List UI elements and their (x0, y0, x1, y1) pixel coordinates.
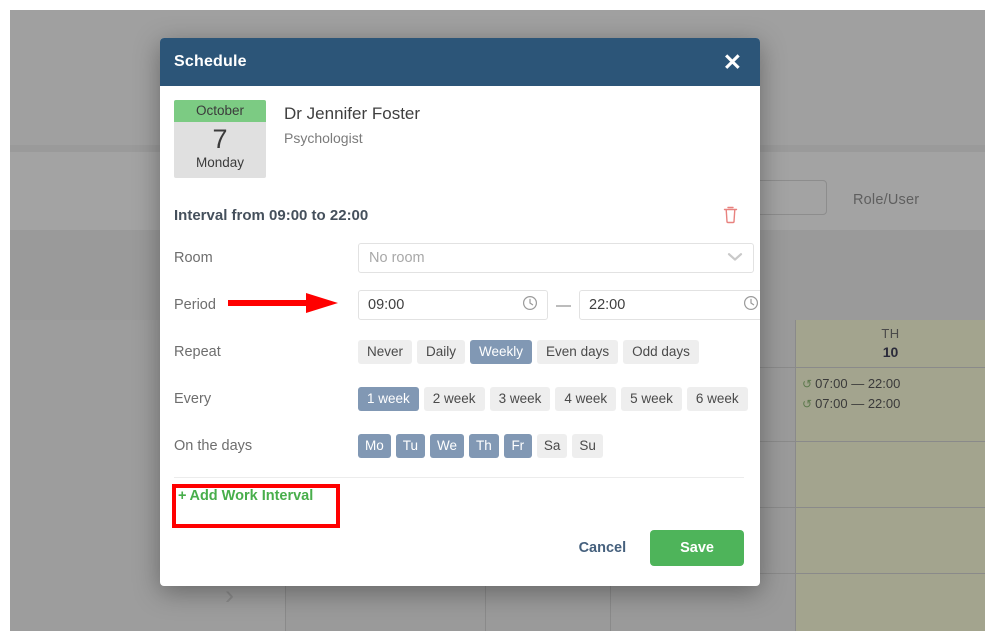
repeat-option-never[interactable]: Never (358, 340, 413, 364)
every-label: Every (174, 391, 212, 407)
day-option-tu[interactable]: Tu (395, 434, 426, 458)
period-to-input[interactable] (589, 297, 743, 313)
period-label: Period (174, 297, 216, 313)
every-option-5-week[interactable]: 5 week (621, 387, 682, 411)
calendar-cell[interactable] (796, 508, 985, 574)
period-from-input[interactable] (368, 297, 522, 313)
every-option-2-week[interactable]: 2 week (423, 387, 485, 411)
doctor-info: Dr Jennifer Foster Psychologist (284, 100, 420, 146)
doctor-name: Dr Jennifer Foster (284, 104, 421, 123)
date-badge-day: 7 (212, 124, 228, 154)
date-badge: October 7 Monday (174, 100, 266, 178)
add-work-interval-button[interactable]: + Add Work Interval (172, 484, 340, 528)
repeat-option-even-days[interactable]: Even days (537, 340, 619, 364)
page-root: Role/User WE 9 ↺07:00 — 22:00 T (0, 0, 995, 641)
days-label: On the days (174, 438, 253, 454)
clock-icon[interactable] (743, 295, 759, 316)
clock-icon[interactable] (522, 295, 538, 316)
room-label: Room (174, 250, 213, 266)
every-row: Every 1 week 2 week 3 week 4 week 5 week 6 we… (174, 384, 748, 414)
date-badge-month: October (174, 100, 266, 122)
repeat-option-odd-days[interactable]: Odd days (623, 340, 699, 364)
room-select-value: No room (369, 250, 425, 266)
room-row: Room No room (174, 243, 754, 273)
calendar-cell[interactable]: ↺ 07:00 — 22:00 ↺ 07:00 — 22:00 (796, 368, 985, 442)
chevron-down-icon (727, 249, 743, 267)
repeat-option-weekly[interactable]: Weekly (470, 340, 533, 364)
interval-title: Interval from 09:00 to 22:00 (174, 206, 369, 224)
period-from-field[interactable] (358, 290, 548, 320)
room-select[interactable]: No room (358, 243, 754, 273)
days-options: Mo Tu We Th Fr Sa Su (358, 434, 744, 458)
save-button[interactable]: Save (650, 530, 744, 566)
repeat-label: Repeat (174, 344, 221, 360)
day-option-mo[interactable]: Mo (358, 434, 391, 458)
calendar-daynum: 10 (882, 344, 899, 360)
plus-icon: + (178, 488, 187, 504)
modal-title: Schedule (174, 53, 247, 70)
calendar-column-th[interactable]: TH 10 ↺ 07:00 — 22:00 ↺ 07:00 — 22:00 (795, 320, 985, 631)
days-row: On the days Mo Tu We Th Fr Sa Su (174, 431, 744, 461)
repeat-options: Never Daily Weekly Even days Odd days (358, 340, 744, 364)
recurrence-icon: ↺ (802, 377, 813, 391)
doctor-summary: October 7 Monday Dr Jennifer Foster Psyc… (174, 100, 744, 178)
every-option-3-week[interactable]: 3 week (489, 387, 551, 411)
calendar-dow: TH (881, 326, 900, 341)
period-to-field[interactable] (579, 290, 760, 320)
every-options: 1 week 2 week 3 week 4 week 5 week 6 week (358, 387, 753, 411)
interval-header: Interval from 09:00 to 22:00 (174, 204, 744, 226)
date-badge-body: 7 Monday (174, 122, 266, 178)
day-option-th[interactable]: Th (469, 434, 499, 458)
every-option-1-week[interactable]: 1 week (358, 387, 419, 411)
repeat-row: Repeat Never Daily Weekly Even days Odd days (174, 337, 744, 367)
cancel-button[interactable]: Cancel (567, 532, 639, 564)
modal-body: October 7 Monday Dr Jennifer Foster Psyc… (160, 86, 760, 530)
date-badge-weekday: Monday (195, 155, 245, 170)
calendar-column-header: TH 10 (796, 320, 985, 368)
recurrence-icon: ↺ (802, 397, 813, 411)
chevron-right-icon[interactable]: › (225, 582, 234, 609)
modal-header: Schedule ✕ (160, 38, 760, 86)
doctor-specialty: Psychologist (284, 130, 363, 146)
add-work-interval-label: Add Work Interval (189, 488, 314, 504)
calendar-cell[interactable] (796, 442, 985, 508)
trash-icon[interactable] (717, 204, 744, 226)
repeat-option-daily[interactable]: Daily (417, 340, 466, 364)
day-option-sa[interactable]: Sa (536, 434, 568, 458)
day-option-su[interactable]: Su (572, 434, 603, 458)
calendar-event[interactable]: ↺07:00 — 22:00 (802, 394, 981, 414)
period-row: Period — (174, 290, 760, 320)
add-interval-zone: + Add Work Interval (172, 477, 744, 530)
role-user-label: Role/User (853, 192, 920, 208)
close-icon[interactable]: ✕ (721, 49, 744, 76)
calendar-cell[interactable] (796, 574, 985, 631)
modal-footer: Cancel Save (160, 530, 760, 586)
period-separator: — (556, 296, 571, 314)
schedule-modal: Schedule ✕ October 7 Monday Dr Jennifer … (160, 38, 760, 586)
every-option-6-week[interactable]: 6 week (686, 387, 748, 411)
every-option-4-week[interactable]: 4 week (555, 387, 617, 411)
day-option-fr[interactable]: Fr (503, 434, 532, 458)
calendar-event[interactable]: ↺07:00 — 22:00 (802, 374, 981, 394)
day-option-we[interactable]: We (430, 434, 465, 458)
